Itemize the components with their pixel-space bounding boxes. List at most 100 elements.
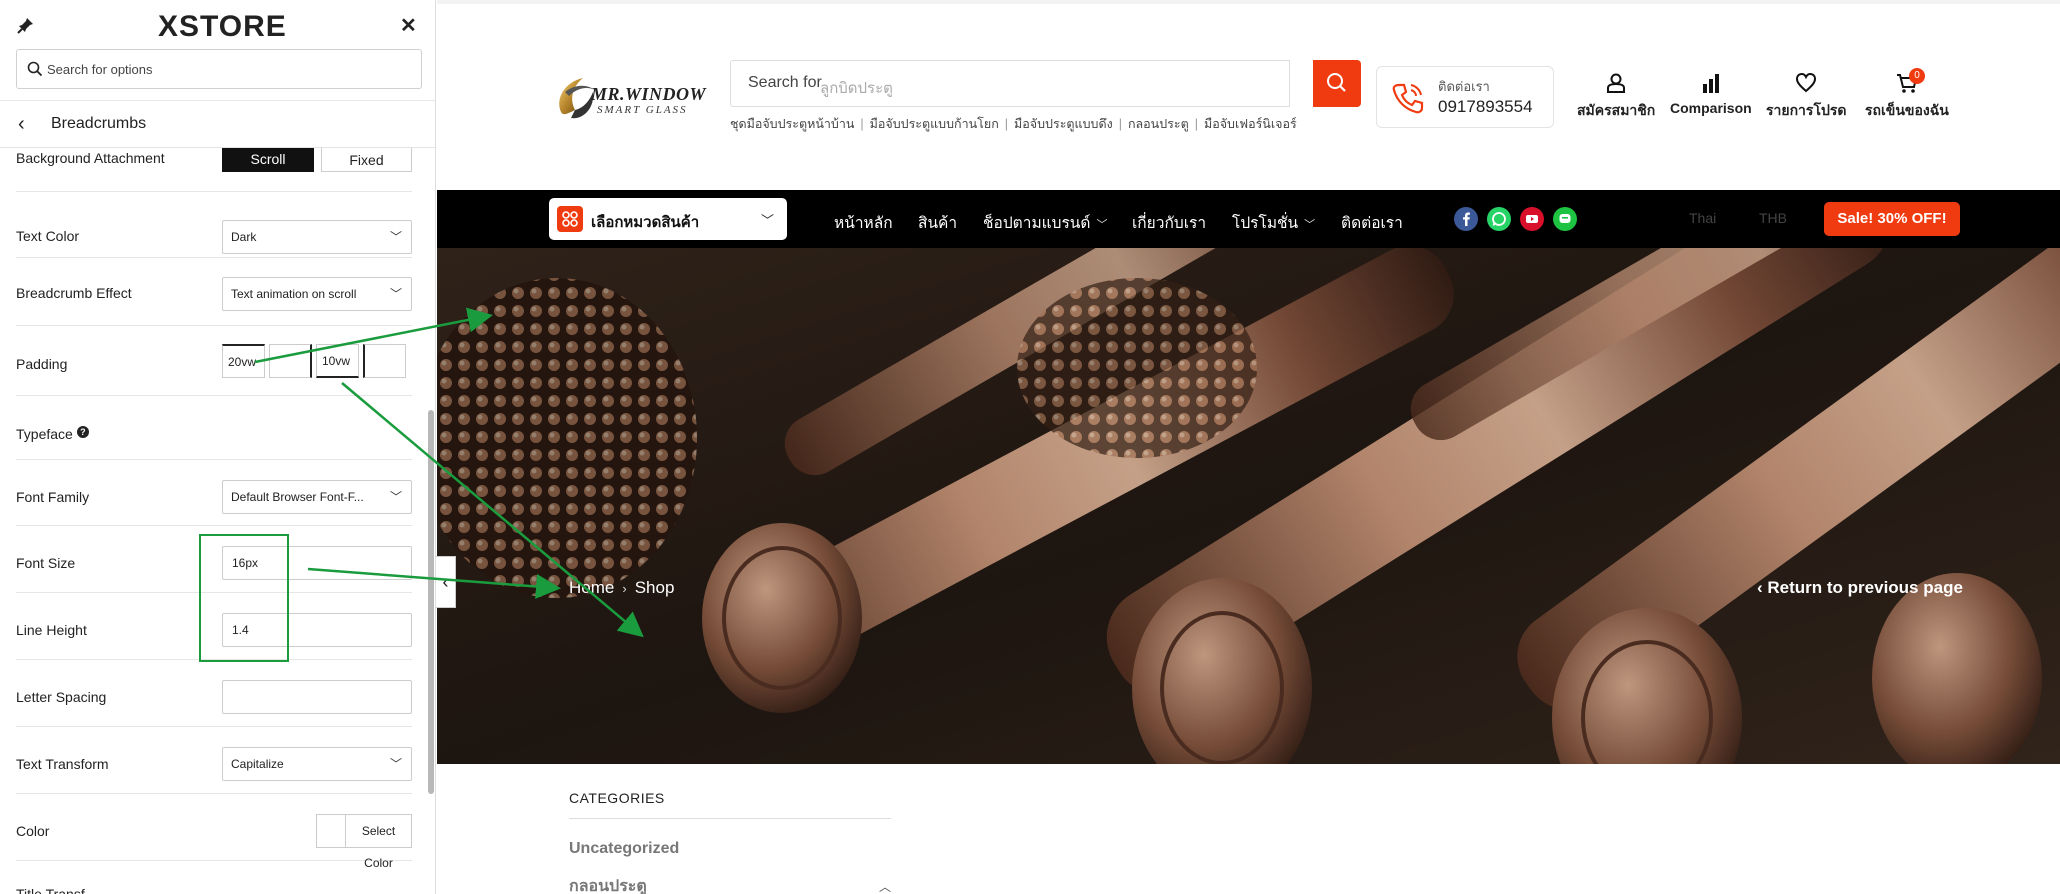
xstore-logo: XSTORE	[158, 10, 287, 43]
text-transform-select[interactable]: Capitalize ﹀	[222, 747, 412, 781]
option-label: Font Family	[16, 489, 90, 505]
language-switcher[interactable]: Thai	[1689, 210, 1716, 226]
comparison-link[interactable]: Comparison	[1670, 72, 1752, 116]
chevron-down-icon: ﹀	[389, 490, 402, 504]
color-swatch[interactable]	[316, 814, 346, 848]
section-title: Breadcrumbs	[51, 115, 147, 132]
option-padding: Padding 20vw 10vw	[16, 326, 412, 396]
close-icon[interactable]: ✕	[400, 13, 417, 38]
option-label: Text Transform	[16, 756, 109, 772]
scroll-toggle[interactable]: Scroll	[222, 148, 314, 172]
panel-header: XSTORE ✕ ‹ Breadcrumbs	[0, 0, 435, 148]
options-search-input[interactable]	[47, 59, 407, 79]
site-preview: MR.WINDOW SMART GLASS Search for ลูกบิดป…	[437, 0, 2060, 894]
nav-products[interactable]: สินค้า	[918, 210, 957, 235]
letter-spacing-input[interactable]	[222, 680, 412, 714]
breadcrumb-current: Shop	[634, 578, 675, 597]
site-logo[interactable]: MR.WINDOW SMART GLASS	[553, 68, 713, 126]
option-color: Color Select Color	[16, 794, 412, 870]
return-previous-link[interactable]: ‹ Return to previous page	[1757, 578, 1963, 598]
line-icon[interactable]	[1553, 207, 1577, 231]
breadcrumb-effect-select[interactable]: Text animation on scroll ﹀	[222, 277, 412, 311]
categories-divider	[569, 818, 891, 819]
contact-card[interactable]: ติดต่อเรา 0917893554	[1376, 66, 1554, 128]
nav-about[interactable]: เกี่ยวกับเรา	[1132, 210, 1206, 235]
category-menu-label: เลือกหมวดสินค้า	[591, 214, 700, 231]
sale-button[interactable]: Sale! 30% OFF!	[1824, 202, 1960, 236]
logo-title: MR.WINDOW	[591, 84, 707, 104]
top-divider	[437, 0, 2060, 4]
nav-contact[interactable]: ติดต่อเรา	[1341, 210, 1403, 235]
site-search-field[interactable]: Search for ลูกบิดประตู	[730, 60, 1290, 107]
quick-link[interactable]: ชุดมือจับประตูหน้าบ้าน	[730, 117, 854, 131]
wishlist-label: รายการโปรด	[1766, 102, 1847, 118]
comparison-icon	[1702, 74, 1719, 93]
padding-left-input[interactable]	[363, 344, 406, 378]
user-icon	[1607, 73, 1626, 93]
nav-shop-by-brand[interactable]: ช็อปตามแบรนด์ ﹀	[983, 210, 1107, 235]
option-title-transform: Title Transf...	[16, 861, 412, 894]
option-background-attachment: Background Attachment Scroll Fixed	[16, 148, 412, 192]
quick-link[interactable]: มือจับประตูแบบดึง	[1014, 117, 1113, 131]
fixed-toggle[interactable]: Fixed	[321, 148, 412, 172]
collapse-panel-button[interactable]: ‹	[436, 556, 456, 608]
help-icon[interactable]: ?	[76, 426, 89, 438]
padding-bottom-input[interactable]: 10vw	[316, 344, 359, 378]
nav-promotions[interactable]: โปรโมชั่น ﹀	[1232, 210, 1315, 235]
phone-icon	[1392, 83, 1424, 114]
door-handles-photo	[437, 248, 2060, 764]
options-search[interactable]	[16, 49, 422, 89]
currency-switcher[interactable]: THB	[1759, 210, 1787, 226]
breadcrumb-home[interactable]: Home	[569, 578, 614, 597]
option-label: Breadcrumb Effect	[16, 285, 132, 301]
quick-link[interactable]: มือจับประตูแบบก้านโยก	[870, 117, 999, 131]
text-color-select[interactable]: Dark ﹀	[222, 220, 412, 254]
facebook-icon[interactable]	[1454, 207, 1478, 231]
chevron-down-icon: ﹀	[389, 287, 402, 301]
chevron-left-icon: ‹	[1757, 578, 1768, 597]
cart-label: รถเข็นของฉัน	[1865, 102, 1949, 118]
chevron-down-icon: ﹀	[1304, 219, 1316, 231]
quick-link[interactable]: มือจับเฟอร์นิเจอร์	[1204, 117, 1297, 131]
heart-icon	[1796, 72, 1817, 93]
logo-subtitle: SMART GLASS	[597, 104, 688, 116]
customizer-panel: XSTORE ✕ ‹ Breadcrumbs Background Attach…	[0, 0, 436, 894]
cart-link[interactable]: 0 รถเข็นของฉัน	[1865, 68, 1949, 122]
nav-home[interactable]: หน้าหลัก	[834, 210, 893, 235]
account-link[interactable]: สมัครสมาชิก	[1577, 72, 1655, 122]
option-text-color: Text Color Dark ﹀	[16, 192, 412, 258]
category-item[interactable]: Uncategorized	[569, 840, 679, 858]
grid-icon	[557, 206, 583, 232]
option-label: Line Height	[16, 622, 87, 638]
category-item[interactable]: กลอนประตู	[569, 874, 647, 894]
back-icon[interactable]: ‹	[18, 113, 25, 136]
chevron-down-icon: ﹀	[389, 230, 402, 244]
chevron-right-icon: ›	[622, 581, 627, 596]
option-typeface: Typeface?	[16, 396, 412, 460]
cart-count-badge: 0	[1909, 68, 1925, 84]
font-family-select[interactable]: Default Browser Font-F... ﹀	[222, 480, 412, 514]
search-icon	[27, 61, 43, 77]
search-label: Search for	[748, 74, 822, 91]
wishlist-link[interactable]: รายการโปรด	[1766, 72, 1846, 122]
quick-search-links: ชุดมือจับประตูหน้าบ้าน | มือจับประตูแบบก้า…	[730, 117, 1297, 131]
option-label: Background Attachment	[16, 150, 165, 166]
option-label: Padding	[16, 356, 68, 372]
search-placeholder: ลูกบิดประตู	[820, 80, 893, 97]
breadcrumb: Home › Shop	[569, 578, 674, 598]
quick-link[interactable]: กลอนประตู	[1128, 117, 1189, 131]
pin-icon[interactable]	[17, 16, 35, 34]
category-menu-button[interactable]: เลือกหมวดสินค้า ﹀	[549, 198, 787, 240]
chevron-up-icon[interactable]: ︿	[879, 878, 891, 894]
option-label: Title Transf...	[16, 886, 97, 894]
padding-right-input[interactable]	[269, 344, 312, 378]
select-color-button[interactable]: Select Color	[345, 814, 412, 870]
youtube-icon[interactable]	[1520, 207, 1544, 231]
option-text-transform: Text Transform Capitalize ﹀	[16, 727, 412, 794]
site-search-button[interactable]	[1313, 60, 1361, 107]
whatsapp-icon[interactable]	[1487, 207, 1511, 231]
panel-scrollbar[interactable]	[428, 410, 434, 794]
search-icon	[1327, 73, 1346, 92]
option-label: Typeface?	[16, 426, 89, 442]
padding-top-input[interactable]: 20vw	[222, 344, 265, 378]
